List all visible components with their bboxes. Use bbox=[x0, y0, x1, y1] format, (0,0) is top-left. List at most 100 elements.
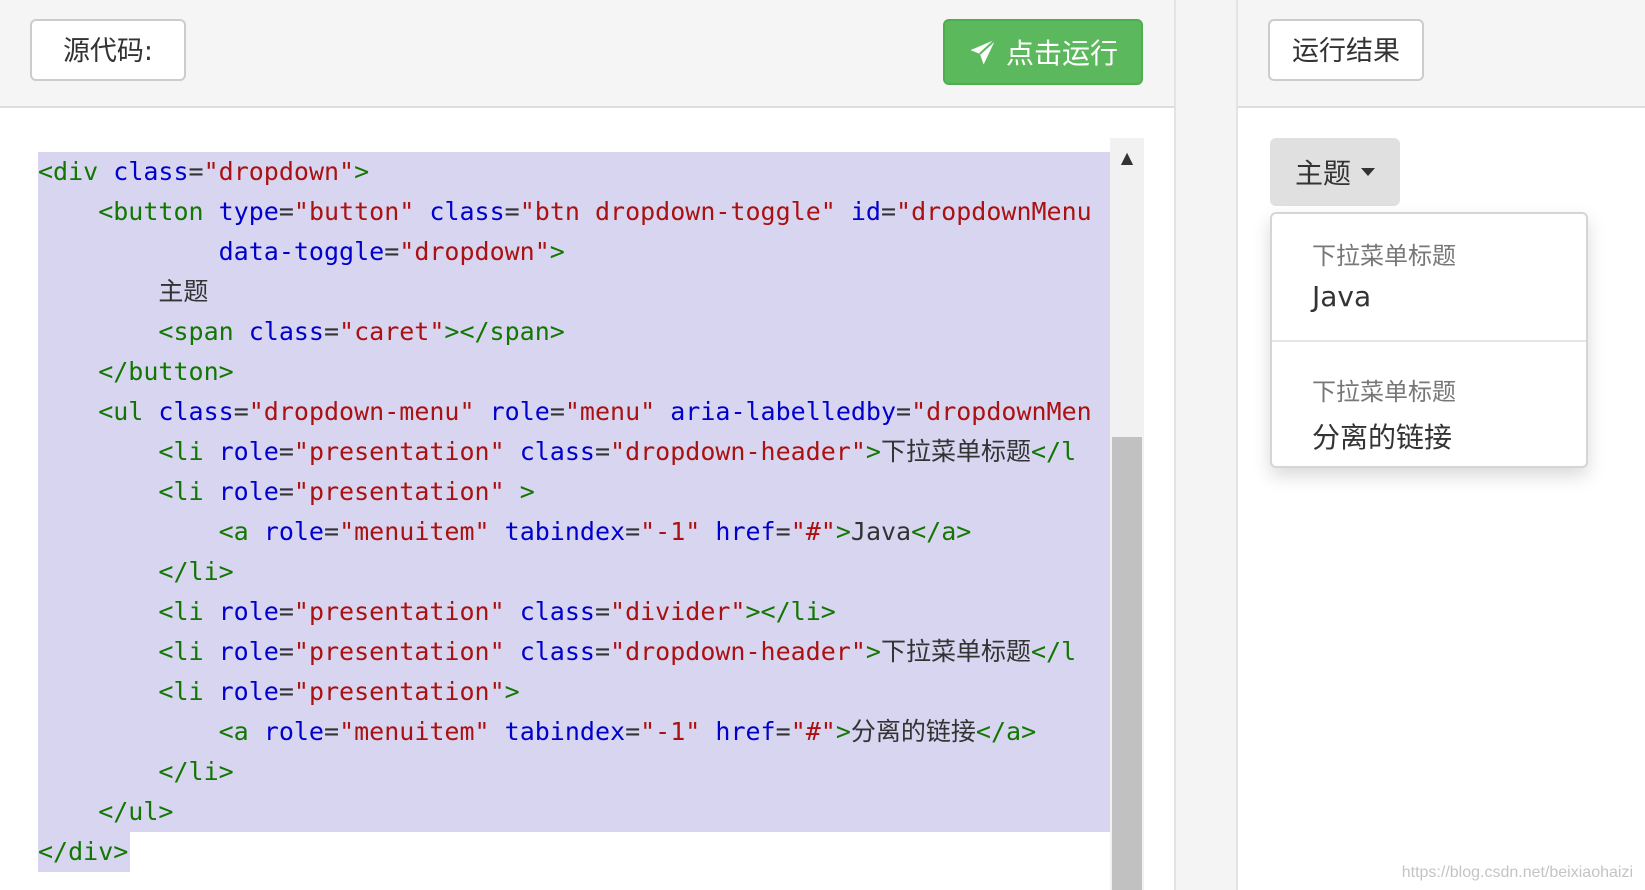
result-header: 运行结果 bbox=[1238, 0, 1645, 108]
code-token: "presentation" bbox=[293, 477, 505, 506]
code-token: "presentation" bbox=[293, 597, 505, 626]
code-token: = bbox=[278, 597, 294, 626]
code-token: > bbox=[865, 637, 881, 666]
code-token: = bbox=[278, 477, 294, 506]
code-text[interactable]: <div class="dropdown"> <button type="but… bbox=[38, 152, 1110, 890]
code-token: "#" bbox=[790, 517, 836, 546]
code-token: <ul bbox=[38, 397, 159, 426]
code-token: ></span> bbox=[444, 317, 565, 346]
dropdown-header-2: 下拉菜单标题 bbox=[1312, 378, 1456, 406]
code-token: = bbox=[324, 517, 340, 546]
code-token: = bbox=[384, 237, 400, 266]
code-token: > bbox=[519, 477, 535, 506]
code-token: "dropdown-menu" bbox=[248, 397, 475, 426]
code-token: <span bbox=[38, 317, 249, 346]
code-token: "dropdown-header" bbox=[610, 437, 866, 466]
code-token: <li bbox=[38, 677, 219, 706]
code-line: </button> bbox=[38, 352, 1110, 392]
code-token: = bbox=[188, 157, 204, 186]
code-token: <li bbox=[38, 437, 219, 466]
code-token: <li bbox=[38, 637, 219, 666]
code-token: = bbox=[324, 717, 340, 746]
code-token: role bbox=[218, 677, 279, 706]
code-line: <li role="presentation" class="dropdown-… bbox=[38, 632, 1110, 672]
code-token: <li bbox=[38, 477, 219, 506]
code-token: = bbox=[278, 437, 294, 466]
code-token: tabindex bbox=[504, 517, 626, 546]
code-token: role bbox=[489, 397, 550, 426]
code-token: role bbox=[263, 517, 324, 546]
code-token: "menuitem" bbox=[339, 717, 490, 746]
code-token: "menuitem" bbox=[339, 517, 490, 546]
scrollbar-thumb[interactable] bbox=[1112, 437, 1142, 890]
code-token: 下拉菜单标题 bbox=[880, 637, 1031, 666]
code-token: > bbox=[865, 437, 881, 466]
code-line: <li role="presentation"> bbox=[38, 672, 1110, 712]
code-token: <li bbox=[38, 597, 219, 626]
code-token: = bbox=[549, 397, 565, 426]
code-token: "presentation" bbox=[293, 677, 505, 706]
code-token: class bbox=[519, 637, 595, 666]
menu-item-java[interactable]: Java bbox=[1312, 280, 1371, 313]
code-line: 主题 bbox=[38, 272, 1110, 312]
run-button[interactable]: 点击运行 bbox=[943, 19, 1143, 85]
code-token: <button bbox=[38, 197, 219, 226]
code-token: = bbox=[896, 397, 912, 426]
source-panel: 源代码: 点击运行 <div class="dropdown"> <button… bbox=[0, 0, 1176, 890]
code-token: "btn dropdown-toggle" bbox=[519, 197, 836, 226]
code-token: "menu" bbox=[564, 397, 656, 426]
theme-dropdown-button[interactable]: 主题 bbox=[1270, 138, 1400, 206]
code-token: role bbox=[218, 597, 279, 626]
code-token: </button> bbox=[38, 357, 234, 386]
dropdown-menu: 下拉菜单标题 Java 下拉菜单标题 分离的链接 bbox=[1270, 212, 1588, 468]
code-line: </ul> bbox=[38, 792, 1110, 832]
code-token: class bbox=[429, 197, 505, 226]
code-token: "dropdown" bbox=[203, 157, 355, 186]
code-token: ></li> bbox=[745, 597, 836, 626]
code-line: </li> bbox=[38, 552, 1110, 592]
code-token: role bbox=[218, 437, 279, 466]
paper-plane-icon bbox=[970, 38, 997, 65]
code-token: id bbox=[850, 197, 881, 226]
code-token: class bbox=[248, 317, 324, 346]
code-token: </div> bbox=[38, 837, 129, 866]
code-token: <a bbox=[38, 717, 264, 746]
code-token: href bbox=[715, 717, 776, 746]
watermark: https://blog.csdn.net/beixiaohaizi bbox=[1401, 864, 1633, 881]
source-label: 源代码: bbox=[30, 19, 186, 81]
code-token: "presentation" bbox=[293, 437, 505, 466]
code-token: > bbox=[504, 677, 520, 706]
code-line: <li role="presentation" class="dropdown-… bbox=[38, 432, 1110, 472]
code-token: 分离的链接 bbox=[850, 717, 976, 746]
code-token: = bbox=[323, 317, 340, 346]
code-token: = bbox=[278, 197, 294, 226]
code-token: </l bbox=[1030, 437, 1077, 466]
code-line: <button type="button" class="btn dropdow… bbox=[38, 192, 1110, 232]
code-token: "-1" bbox=[640, 517, 701, 546]
code-token: role bbox=[263, 717, 324, 746]
code-token: = bbox=[278, 637, 294, 666]
result-label: 运行结果 bbox=[1268, 19, 1424, 81]
code-line: </li> bbox=[38, 752, 1110, 792]
code-token: = bbox=[625, 517, 641, 546]
code-token: </ul> bbox=[38, 797, 174, 826]
arrow-up-icon[interactable]: ▲ bbox=[1110, 142, 1144, 172]
source-header: 源代码: 点击运行 bbox=[0, 0, 1174, 108]
code-token: = bbox=[233, 397, 249, 426]
code-token: "dropdownMen bbox=[911, 397, 1092, 426]
code-token: Java bbox=[850, 517, 912, 546]
code-token: class bbox=[113, 157, 189, 186]
menu-item-separated-link[interactable]: 分离的链接 bbox=[1312, 416, 1452, 456]
code-token: <div bbox=[38, 157, 114, 186]
